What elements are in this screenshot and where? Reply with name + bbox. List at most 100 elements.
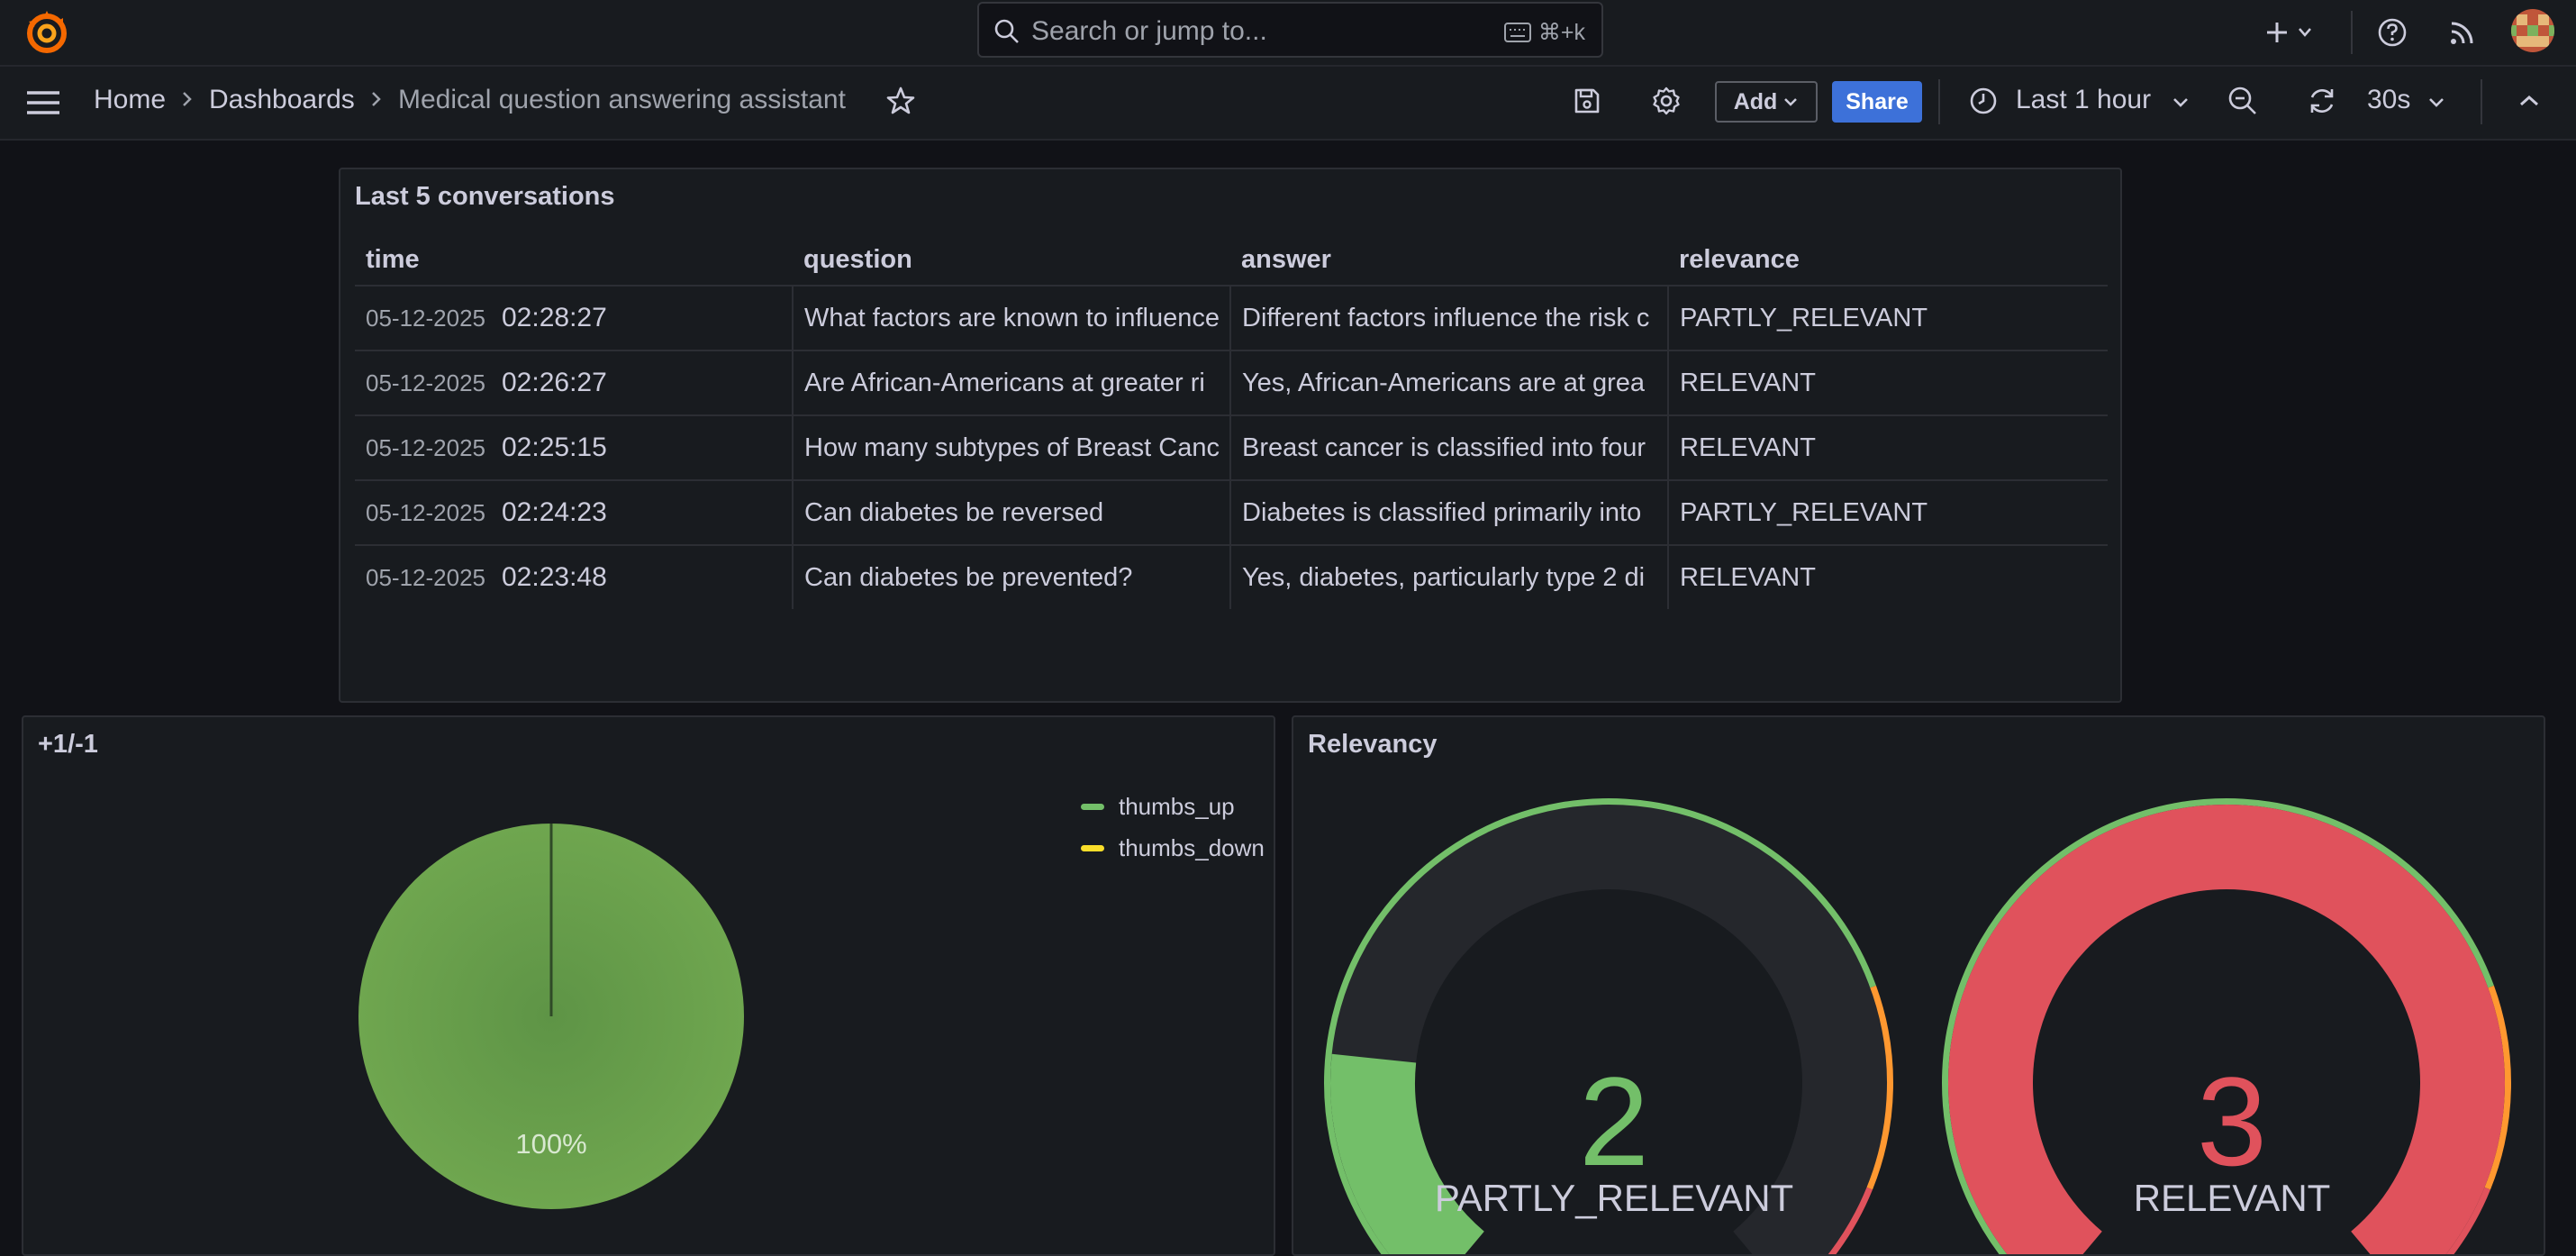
cell-question: Can diabetes be prevented? bbox=[792, 545, 1230, 609]
legend-swatch bbox=[1081, 845, 1104, 851]
cell-time: 05-12-2025 02:23:48 bbox=[355, 545, 793, 609]
cell-question: What factors are known to influence bbox=[792, 286, 1230, 351]
star-icon bbox=[886, 86, 915, 114]
chevron-right-icon bbox=[183, 92, 192, 106]
breadcrumb-current-dashboard: Medical question answering assistant bbox=[398, 85, 846, 114]
panel-title: +1/-1 bbox=[38, 730, 98, 759]
legend-label: thumbs_up bbox=[1119, 793, 1235, 820]
new-menu-button[interactable] bbox=[2261, 13, 2324, 52]
news-button[interactable] bbox=[2443, 13, 2482, 52]
star-dashboard-button[interactable] bbox=[881, 81, 921, 121]
cell-date: 05-12-2025 bbox=[366, 499, 485, 526]
avatar-icon bbox=[2511, 9, 2554, 52]
pie-slice-label: 100% bbox=[515, 1128, 586, 1160]
collapse-header-button[interactable] bbox=[2509, 81, 2549, 121]
search-icon bbox=[994, 19, 1019, 43]
pie-chart: 100% bbox=[358, 824, 744, 1209]
add-button-label: Add bbox=[1733, 88, 1778, 114]
column-header-time[interactable]: time bbox=[355, 234, 793, 287]
chevron-up-icon bbox=[2520, 95, 2538, 106]
cell-time: 05-12-2025 02:24:23 bbox=[355, 480, 793, 546]
table-row: 05-12-2025 02:23:48 Can diabetes be preve… bbox=[355, 545, 2108, 609]
time-range-picker[interactable]: Last 1 hour bbox=[2016, 85, 2151, 115]
search-bar[interactable]: Search or jump to... ⌘+k bbox=[977, 2, 1603, 58]
legend-label: thumbs_down bbox=[1119, 834, 1265, 861]
breadcrumb-dashboards[interactable]: Dashboards bbox=[209, 85, 355, 115]
divider bbox=[1938, 79, 1940, 124]
cell-answer: Yes, African-Americans are at grea bbox=[1229, 350, 1668, 416]
cell-answer: Different factors influence the risk c bbox=[1229, 286, 1668, 351]
cell-date: 05-12-2025 bbox=[366, 305, 485, 332]
table-row: 05-12-2025 02:26:27 Are African-Americans… bbox=[355, 350, 2108, 416]
cell-clock-time: 02:24:23 bbox=[502, 497, 607, 527]
table-row: 05-12-2025 02:24:23 Can diabetes be rever… bbox=[355, 480, 2108, 546]
column-header-question[interactable]: question bbox=[793, 234, 1230, 287]
user-avatar[interactable] bbox=[2511, 9, 2554, 52]
grafana-logo-icon[interactable] bbox=[23, 9, 70, 56]
cell-date: 05-12-2025 bbox=[366, 564, 485, 591]
cell-clock-time: 02:25:15 bbox=[502, 432, 607, 462]
add-panel-button[interactable]: Add bbox=[1715, 81, 1818, 123]
chevron-down-icon[interactable] bbox=[2171, 96, 2191, 110]
menu-toggle-button[interactable] bbox=[23, 83, 63, 123]
clock-icon bbox=[1970, 87, 1997, 114]
cell-relevance: PARTLY_RELEVANT bbox=[1667, 480, 2108, 546]
panel-title: Last 5 conversations bbox=[355, 182, 615, 211]
legend-item-thumbs-up[interactable]: thumbs_up bbox=[1081, 793, 1235, 821]
zoom-out-icon bbox=[2228, 86, 2256, 114]
share-button-label: Share bbox=[1846, 88, 1909, 114]
save-dashboard-button[interactable] bbox=[1567, 81, 1607, 121]
refresh-icon bbox=[2310, 88, 2334, 114]
dashboard-settings-button[interactable] bbox=[1646, 81, 1686, 121]
gauge-value-partly-relevant: 2 bbox=[1579, 1051, 1649, 1192]
cell-relevance: RELEVANT bbox=[1667, 415, 2108, 481]
cell-time: 05-12-2025 02:26:27 bbox=[355, 350, 793, 416]
table-row: 05-12-2025 02:25:15 How many subtypes of … bbox=[355, 415, 2108, 481]
time-picker-clock[interactable] bbox=[1965, 81, 2001, 121]
cell-clock-time: 02:26:27 bbox=[502, 368, 607, 397]
cell-question: Can diabetes be reversed bbox=[792, 480, 1230, 546]
column-header-relevance[interactable]: relevance bbox=[1668, 234, 2108, 287]
gear-icon bbox=[1653, 86, 1680, 115]
cell-clock-time: 02:28:27 bbox=[502, 303, 607, 332]
feedback-pie-panel: +1/-1 100% thumbs_up thumbs_down bbox=[22, 715, 1275, 1256]
help-button[interactable] bbox=[2372, 13, 2412, 52]
help-icon bbox=[2378, 18, 2407, 47]
cell-answer: Diabetes is classified primarily into bbox=[1229, 480, 1668, 546]
table-header-row: time question answer relevance bbox=[355, 234, 2108, 287]
cell-date: 05-12-2025 bbox=[366, 369, 485, 396]
conversations-panel: Last 5 conversations time question answe… bbox=[339, 168, 2122, 703]
search-placeholder: Search or jump to... bbox=[1031, 16, 1267, 46]
gauge-label-relevant: RELEVANT bbox=[2133, 1177, 2331, 1219]
chevron-right-icon bbox=[372, 92, 381, 106]
cell-relevance: RELEVANT bbox=[1667, 350, 2108, 416]
cell-time: 05-12-2025 02:25:15 bbox=[355, 415, 793, 481]
search-shortcut: ⌘+k bbox=[1537, 20, 1585, 45]
cell-clock-time: 02:23:48 bbox=[502, 562, 607, 592]
cell-question: Are African-Americans at greater ri bbox=[792, 350, 1230, 416]
legend-item-thumbs-down[interactable]: thumbs_down bbox=[1081, 834, 1265, 862]
dashboard-nav-bar: Home Dashboards Medical question answeri… bbox=[0, 67, 2576, 141]
rss-icon bbox=[2451, 22, 2473, 44]
share-button[interactable]: Share bbox=[1832, 81, 1922, 123]
cell-date: 05-12-2025 bbox=[366, 434, 485, 461]
conversations-table: time question answer relevance 05-12-202… bbox=[355, 234, 2108, 609]
relevancy-gauge-panel: Relevancy 2 PARTLY_RELEVANT 3 RELEVANT bbox=[1292, 715, 2545, 1256]
keyboard-icon bbox=[1504, 23, 1531, 42]
plus-icon bbox=[2267, 23, 2311, 42]
column-header-answer[interactable]: answer bbox=[1230, 234, 1668, 287]
top-bar: Search or jump to... ⌘+k bbox=[0, 0, 2576, 67]
table-row: 05-12-2025 02:28:27 What factors are know… bbox=[355, 286, 2108, 351]
refresh-button[interactable] bbox=[2302, 81, 2342, 121]
cell-answer: Breast cancer is classified into four bbox=[1229, 415, 1668, 481]
cell-answer: Yes, diabetes, particularly type 2 di bbox=[1229, 545, 1668, 609]
cell-relevance: RELEVANT bbox=[1667, 545, 2108, 609]
divider bbox=[2481, 79, 2482, 124]
chevron-down-icon[interactable] bbox=[2426, 96, 2446, 110]
legend-swatch bbox=[1081, 804, 1104, 810]
breadcrumb-home[interactable]: Home bbox=[94, 85, 166, 115]
cell-time: 05-12-2025 02:28:27 bbox=[355, 286, 793, 351]
save-icon bbox=[1574, 88, 1600, 114]
refresh-interval-picker[interactable]: 30s bbox=[2367, 85, 2410, 115]
zoom-out-button[interactable] bbox=[2223, 81, 2263, 121]
